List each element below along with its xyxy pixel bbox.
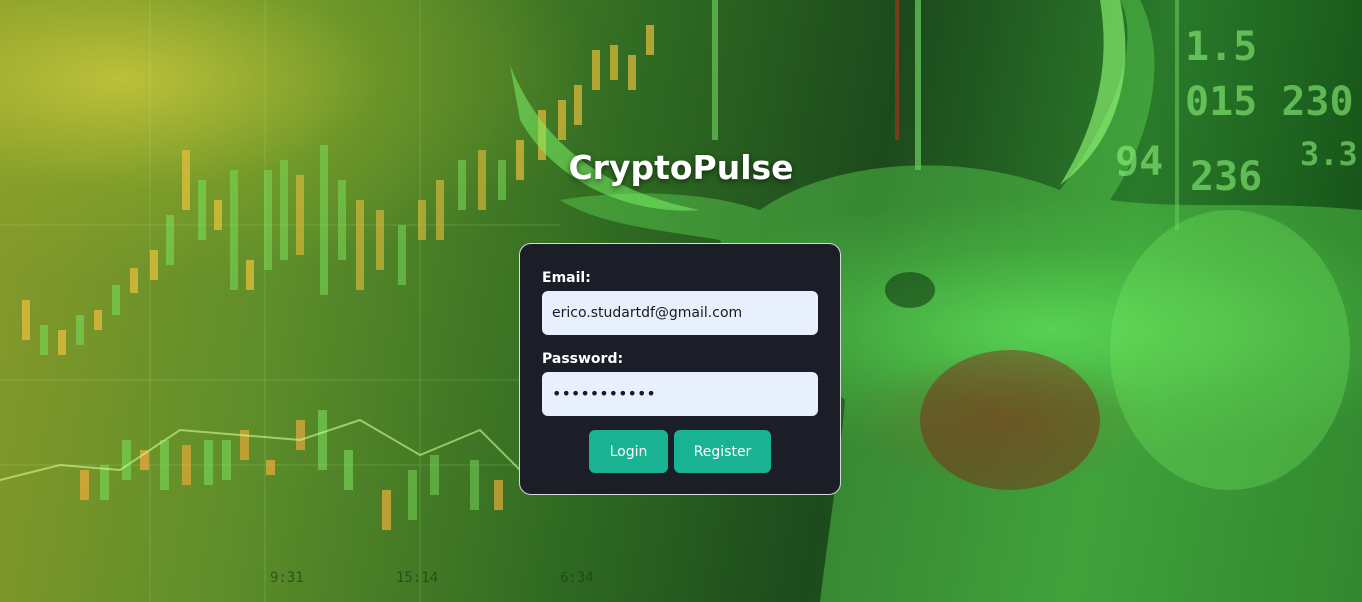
- register-button[interactable]: Register: [674, 430, 771, 473]
- login-button[interactable]: Login: [589, 430, 668, 473]
- ticker-text-1: 1.5: [1185, 24, 1257, 70]
- email-field[interactable]: erico.studartdf@gmail.com: [542, 291, 818, 335]
- axis-text-1: 9:31: [270, 570, 304, 586]
- axis-text-3: 6:34: [560, 570, 594, 586]
- ticker-text-2: 015 230: [1185, 79, 1354, 125]
- axis-text-2: 15:14: [396, 570, 438, 586]
- password-field[interactable]: •••••••••••: [542, 372, 818, 416]
- email-label: Email:: [542, 270, 591, 286]
- trend-line: [0, 418, 521, 481]
- login-form: Email: erico.studartdf@gmail.com Passwor…: [519, 243, 841, 495]
- axis-labels: 9:31 15:14 6:34: [270, 570, 594, 586]
- lower-candlesticks: [80, 410, 503, 530]
- login-page: 1.5 015 230 236 94 3.3 9:31 15:14 6:34 C…: [0, 0, 1362, 602]
- form-actions: Login Register: [542, 430, 818, 473]
- field-spacer: [542, 335, 818, 350]
- chart-grid: [0, 0, 560, 602]
- password-label: Password:: [542, 351, 624, 367]
- app-title: CryptoPulse: [568, 148, 794, 187]
